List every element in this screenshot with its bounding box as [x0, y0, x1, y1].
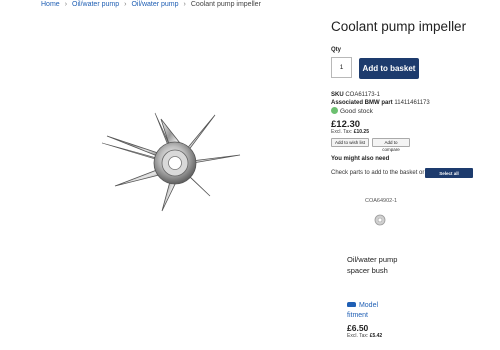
stock-text: Good stock	[340, 108, 373, 115]
excl-tax-price: £10.25	[353, 129, 369, 135]
breadcrumb-home-link[interactable]: Home	[41, 1, 60, 8]
related-excl-label: Excl. Tax:	[347, 333, 369, 339]
chevron-right-icon: ›	[183, 1, 186, 8]
breadcrumb-oil-water-pump-sub-link[interactable]: Oil/water pump	[131, 1, 178, 8]
related-item-image[interactable]	[374, 214, 386, 226]
excl-tax-label: Excl. Tax:	[331, 129, 353, 135]
related-item-excl-tax: Excl. Tax: £5.42	[347, 333, 382, 339]
related-item-sku: COA64902-1	[365, 198, 398, 204]
select-all-button[interactable]: Select all	[425, 168, 473, 178]
related-excl-price: £5.42	[369, 333, 383, 339]
related-item-price: £6.50	[347, 323, 369, 333]
product-title: Coolant pump impeller	[331, 19, 467, 34]
sku-value: COA61173-1	[345, 92, 380, 98]
stock-status: Good stock	[331, 107, 373, 115]
related-instructions: Check parts to add to the basket or	[331, 170, 425, 176]
add-to-basket-button[interactable]: Add to basket	[359, 58, 419, 79]
add-to-wish-list-button[interactable]: Add to wish list	[331, 138, 369, 147]
related-item-name[interactable]: Oil/water pump spacer bush	[347, 254, 407, 276]
breadcrumb-current: Coolant pump impeller	[190, 1, 261, 8]
bmw-part-value: 11411461173	[394, 100, 430, 106]
model-fitment-link[interactable]: Model fitment	[347, 301, 397, 321]
stock-check-icon	[331, 107, 338, 114]
product-image[interactable]	[95, 98, 255, 228]
qty-label: Qty	[331, 47, 342, 53]
breadcrumb: Home › Oil/water pump › Oil/water pump › Coola…	[41, 1, 261, 8]
bmw-part-label: Associated BMW part	[331, 100, 393, 106]
sku-label: SKU	[331, 92, 344, 98]
chevron-right-icon: ›	[64, 1, 68, 8]
related-heading: You might also need	[331, 156, 390, 162]
breadcrumb-oil-water-pump-link[interactable]: Oil/water pump	[72, 1, 119, 8]
excl-tax-line: Excl. Tax: £10.25	[331, 129, 369, 135]
car-icon	[347, 302, 356, 307]
sku-line: SKU COA61173-1	[331, 92, 380, 98]
qty-input[interactable]	[331, 57, 352, 78]
chevron-right-icon: ›	[124, 1, 127, 8]
bmw-part-line: Associated BMW part 11411461173	[331, 100, 430, 106]
add-to-compare-button[interactable]: Add to compare	[372, 138, 410, 152]
